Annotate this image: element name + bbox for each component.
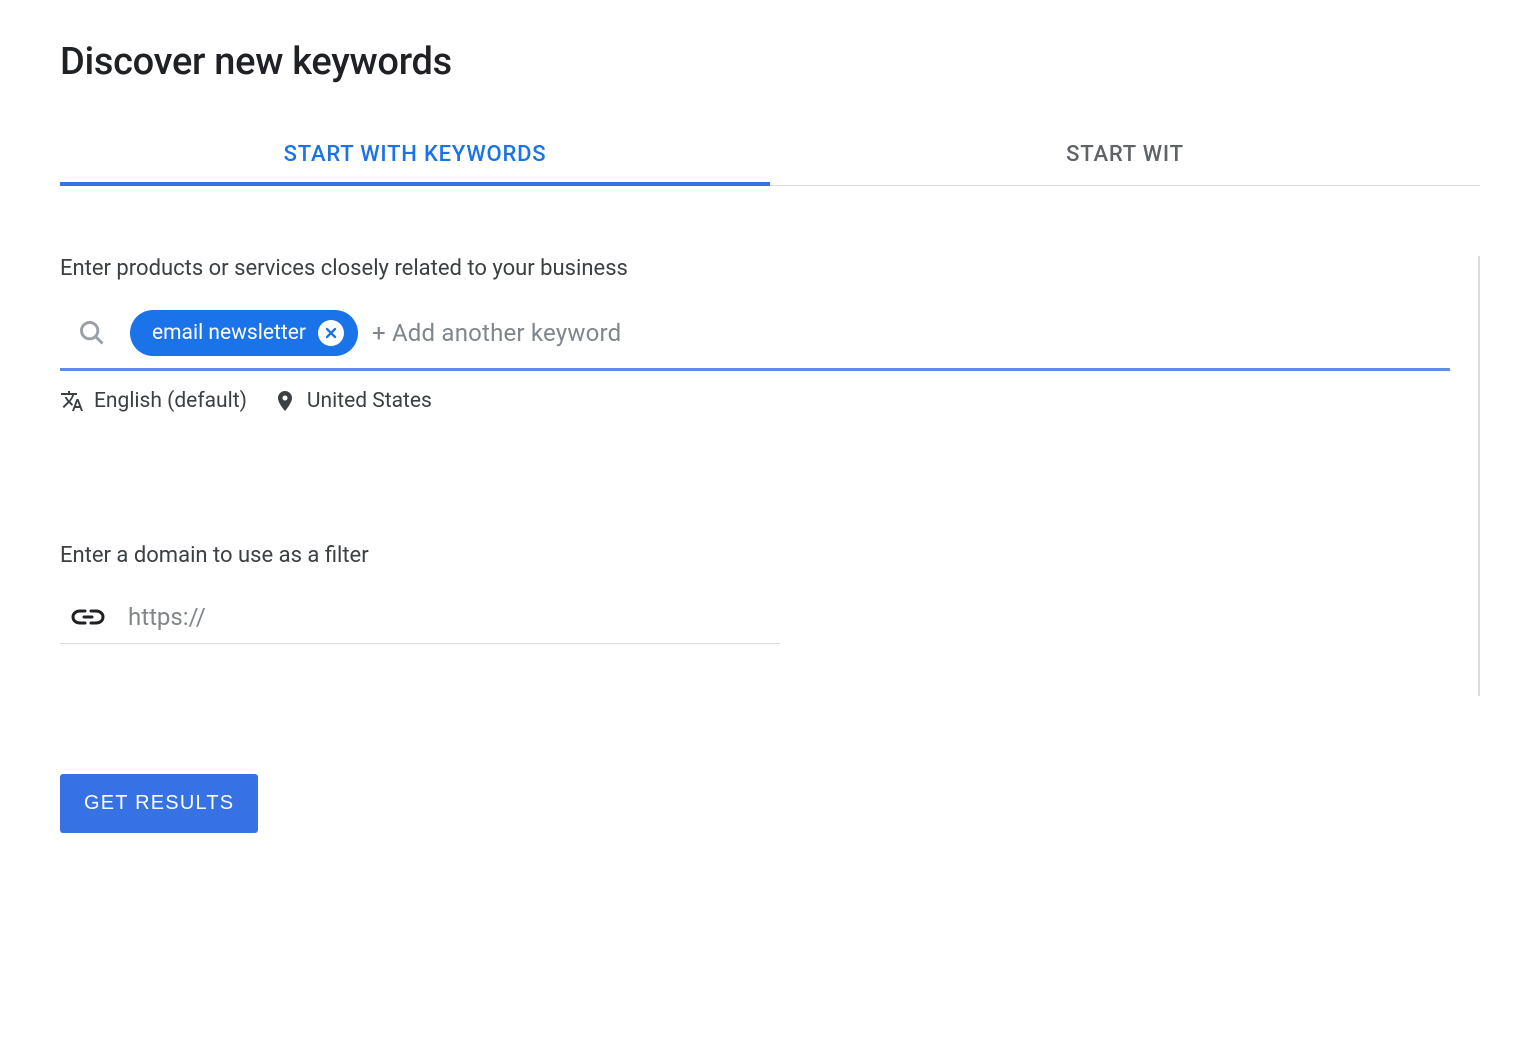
page-title: Discover new keywords [60,40,1480,84]
right-divider [1478,256,1480,696]
add-keyword-placeholder[interactable]: + Add another keyword [372,319,621,347]
chip-label: email newsletter [152,321,306,345]
location-icon [273,389,297,413]
domain-input-row [60,593,780,644]
chip-remove-button[interactable] [318,320,344,346]
translate-icon [60,389,84,413]
language-selector[interactable]: English (default) [60,389,247,413]
meta-row: English (default) United States [60,389,1450,413]
search-icon [78,319,106,347]
link-icon [70,605,106,629]
language-label: English (default) [94,389,247,413]
location-selector[interactable]: United States [273,389,432,413]
keyword-chip: email newsletter [130,310,358,356]
domain-input[interactable] [128,603,780,631]
domain-section-label: Enter a domain to use as a filter [60,543,1450,568]
tabs-container: START WITH KEYWORDS START WIT [60,124,1480,186]
tab-keywords[interactable]: START WITH KEYWORDS [60,124,770,185]
get-results-button[interactable]: GET RESULTS [60,774,258,833]
location-label: United States [307,389,432,413]
tab-website[interactable]: START WIT [770,124,1480,185]
keyword-input-row[interactable]: email newsletter + Add another keyword [60,306,1450,371]
keyword-section-label: Enter products or services closely relat… [60,256,1450,281]
